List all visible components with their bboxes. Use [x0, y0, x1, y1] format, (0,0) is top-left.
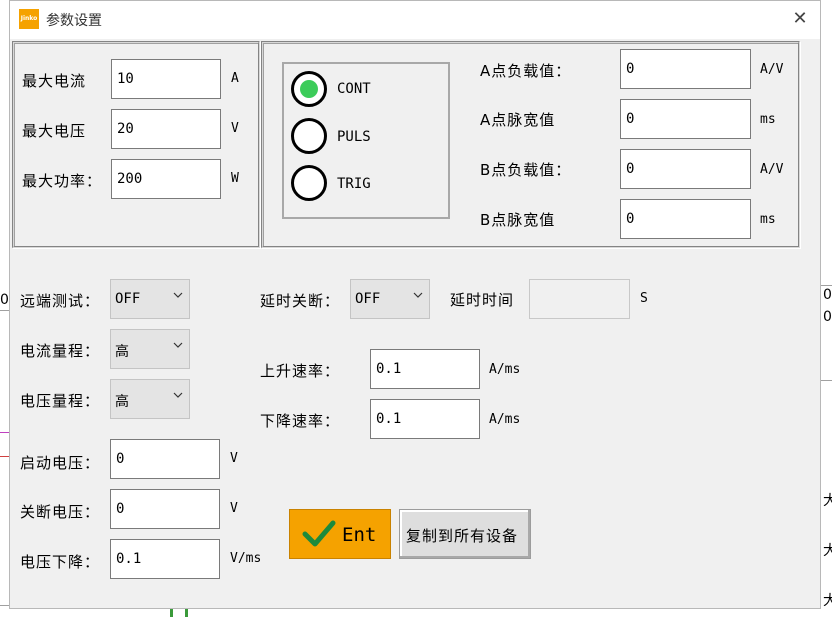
off-voltage-unit: V: [230, 501, 238, 516]
a-load-field[interactable]: [620, 49, 751, 89]
radio-puls-label: PULS: [337, 129, 371, 145]
background-divider: [0, 605, 9, 606]
radio-trig[interactable]: [291, 165, 327, 201]
radio-cont[interactable]: [291, 71, 327, 107]
max-power-field[interactable]: [111, 159, 221, 199]
delay-off-select[interactable]: OFF: [350, 279, 430, 319]
background-text: 0: [823, 287, 832, 303]
max-voltage-label: 最大电压: [22, 122, 87, 140]
radio-cont-label: CONT: [337, 81, 371, 97]
chevron-down-icon: [173, 392, 183, 398]
a-width-unit: ms: [760, 112, 776, 127]
fall-rate-field[interactable]: [370, 399, 480, 439]
rise-rate-unit: A/ms: [489, 362, 521, 377]
copy-to-all-button[interactable]: 复制到所有设备: [399, 509, 531, 559]
voltage-range-select[interactable]: 高: [110, 379, 190, 419]
b-load-unit: A/V: [760, 162, 784, 177]
b-load-field[interactable]: [620, 149, 751, 189]
mode-radio-group: CONT PULS TRIG: [282, 62, 450, 219]
max-voltage-field[interactable]: [111, 109, 221, 149]
voltage-range-value: 高: [115, 394, 129, 410]
chevron-down-icon: [173, 292, 183, 298]
start-voltage-unit: V: [230, 451, 238, 466]
current-range-label: 电流量程：: [20, 342, 101, 360]
background-divider: [0, 456, 9, 457]
rise-rate-label: 上升速率：: [260, 362, 341, 380]
radio-selected-dot: [300, 80, 318, 98]
voltage-drop-unit: V/ms: [230, 551, 262, 566]
radio-trig-label: TRIG: [337, 176, 371, 192]
delay-time-field[interactable]: [529, 279, 630, 319]
fall-rate-unit: A/ms: [489, 412, 521, 427]
title-bar: Jinko 参数设置 ✕: [10, 1, 820, 39]
background-mark: [170, 609, 173, 617]
background-divider: [821, 285, 832, 286]
max-power-label: 最大功率：: [22, 172, 103, 190]
radio-puls[interactable]: [291, 118, 327, 154]
rise-rate-field[interactable]: [370, 349, 480, 389]
max-current-field[interactable]: [111, 59, 221, 99]
b-width-field[interactable]: [620, 199, 751, 239]
start-voltage-label: 启动电压：: [20, 454, 101, 472]
voltage-drop-field[interactable]: [110, 539, 220, 579]
app-logo: Jinko: [19, 9, 39, 29]
delay-time-label: 延时时间: [450, 291, 515, 309]
background-divider: [821, 380, 832, 381]
b-width-label: B点脉宽值: [480, 211, 556, 229]
voltage-drop-label: 电压下降：: [20, 553, 101, 571]
close-icon[interactable]: ✕: [790, 9, 810, 29]
max-current-unit: A: [231, 71, 239, 86]
background-text: 大: [823, 543, 832, 559]
remote-test-value: OFF: [115, 291, 141, 307]
a-width-label: A点脉宽值: [480, 111, 556, 129]
background-text: 0: [823, 309, 832, 325]
delay-off-label: 延时关断：: [260, 292, 341, 310]
background-text: 大: [823, 593, 832, 609]
delay-off-value: OFF: [355, 291, 381, 307]
fall-rate-label: 下降速率：: [260, 412, 341, 430]
a-load-unit: A/V: [760, 62, 784, 77]
window-title: 参数设置: [46, 13, 102, 29]
copy-to-all-label: 复制到所有设备: [406, 527, 519, 545]
background-app-left: [0, 0, 9, 617]
a-width-field[interactable]: [620, 99, 751, 139]
b-width-unit: ms: [760, 212, 776, 227]
b-load-label: B点负载值：: [480, 161, 572, 179]
off-voltage-label: 关断电压：: [20, 503, 101, 521]
chevron-down-icon: [173, 342, 183, 348]
chevron-down-icon: [413, 292, 423, 298]
max-current-label: 最大电流: [22, 72, 87, 90]
start-voltage-field[interactable]: [110, 439, 220, 479]
delay-time-unit: S: [640, 291, 648, 306]
settings-dialog: Jinko 参数设置 ✕ 最大电流 A 最大电压 V 最大功率： W CONT …: [9, 0, 821, 609]
ent-button-label: Ent: [342, 524, 377, 546]
background-text: 0: [0, 292, 9, 308]
max-power-unit: W: [231, 171, 239, 186]
background-text: 大: [823, 493, 832, 509]
limits-panel: 最大电流 A 最大电压 V 最大功率： W: [12, 41, 260, 248]
voltage-range-label: 电压量程：: [20, 392, 101, 410]
ent-button[interactable]: Ent: [289, 509, 391, 559]
max-voltage-unit: V: [231, 121, 239, 136]
current-range-value: 高: [115, 344, 129, 360]
a-load-label: A点负载值：: [480, 62, 572, 80]
background-mark: [185, 609, 188, 617]
background-divider: [0, 432, 9, 433]
remote-test-label: 远端测试：: [20, 292, 101, 310]
check-icon: [302, 520, 336, 547]
off-voltage-field[interactable]: [110, 489, 220, 529]
remote-test-select[interactable]: OFF: [110, 279, 190, 319]
current-range-select[interactable]: 高: [110, 329, 190, 369]
background-divider: [0, 310, 9, 311]
